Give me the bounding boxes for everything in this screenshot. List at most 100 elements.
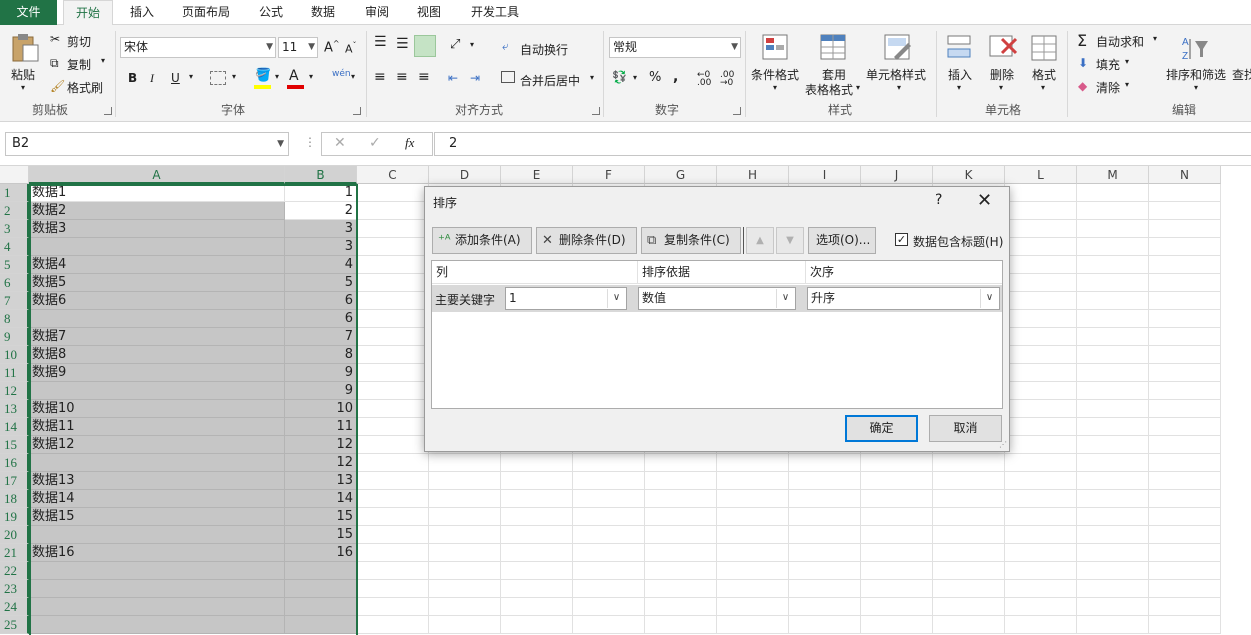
cell-b[interactable]: 5 xyxy=(285,274,357,292)
cell[interactable] xyxy=(573,598,645,616)
currency-dropdown-icon[interactable]: ▾ xyxy=(633,73,637,82)
clear-dropdown-icon[interactable]: ▾ xyxy=(1125,80,1129,89)
tab-page-layout[interactable]: 页面布局 xyxy=(172,0,240,25)
autosum-dropdown-icon[interactable]: ▾ xyxy=(1153,34,1157,43)
format-cells-button[interactable]: 格式 xyxy=(1032,66,1056,83)
cell[interactable] xyxy=(1149,508,1221,526)
cell-a[interactable]: 数据12 xyxy=(29,436,285,454)
cell-b[interactable]: 11 xyxy=(285,418,357,436)
cell[interactable] xyxy=(1005,292,1077,310)
cell[interactable] xyxy=(1005,382,1077,400)
cell[interactable] xyxy=(1005,346,1077,364)
cell[interactable] xyxy=(1077,328,1149,346)
cell-styles-dropdown-icon[interactable]: ▾ xyxy=(897,83,901,92)
cell[interactable] xyxy=(1149,400,1221,418)
cell[interactable] xyxy=(645,490,717,508)
cell[interactable] xyxy=(1077,598,1149,616)
paste-icon[interactable] xyxy=(10,33,40,63)
cell-a[interactable]: 数据4 xyxy=(29,256,285,274)
cell[interactable] xyxy=(1077,490,1149,508)
cell[interactable] xyxy=(357,184,429,202)
cell[interactable] xyxy=(1149,274,1221,292)
column-header-j[interactable]: J xyxy=(861,166,933,184)
cell[interactable] xyxy=(357,616,429,634)
row-header[interactable]: 1 xyxy=(0,184,29,202)
row-header[interactable]: 5 xyxy=(0,256,29,274)
cell[interactable] xyxy=(429,544,501,562)
font-size-select[interactable]: 11 ▼ xyxy=(278,37,318,58)
tab-review[interactable]: 审阅 xyxy=(356,0,398,25)
cell[interactable] xyxy=(1077,418,1149,436)
cell[interactable] xyxy=(357,256,429,274)
font-color-icon[interactable]: A xyxy=(289,68,299,84)
align-right-icon[interactable]: ≡ xyxy=(418,70,430,84)
cell[interactable] xyxy=(933,580,1005,598)
cell-a[interactable] xyxy=(29,238,285,256)
cell[interactable] xyxy=(1077,256,1149,274)
cell[interactable] xyxy=(1149,580,1221,598)
cell-a[interactable] xyxy=(29,310,285,328)
cancel-button[interactable]: 取消 xyxy=(929,415,1002,442)
cell[interactable] xyxy=(933,526,1005,544)
font-launcher-icon[interactable] xyxy=(353,107,361,115)
cell[interactable] xyxy=(861,490,933,508)
cell[interactable] xyxy=(357,292,429,310)
delete-cells-button[interactable]: 删除 xyxy=(990,66,1014,83)
cell[interactable] xyxy=(357,562,429,580)
column-header-h[interactable]: H xyxy=(717,166,789,184)
row-header[interactable]: 20 xyxy=(0,526,29,544)
format-painter-icon[interactable]: 🖌 xyxy=(50,79,65,93)
tab-developer[interactable]: 开发工具 xyxy=(462,0,528,25)
cell[interactable] xyxy=(357,544,429,562)
percent-button[interactable]: % xyxy=(649,70,661,85)
column-header-a[interactable]: A xyxy=(29,166,285,184)
cell[interactable] xyxy=(1005,418,1077,436)
cell[interactable] xyxy=(1077,184,1149,202)
fill-color-icon[interactable]: 🪣 xyxy=(255,68,271,83)
cut-icon[interactable]: ✂ xyxy=(50,32,60,46)
phonetic-icon[interactable]: wén xyxy=(332,69,351,79)
format-as-table-button[interactable]: 表格格式 xyxy=(805,81,853,98)
cell[interactable] xyxy=(1077,580,1149,598)
row-header[interactable]: 4 xyxy=(0,238,29,256)
cell[interactable] xyxy=(429,526,501,544)
cell-a[interactable] xyxy=(29,382,285,400)
increase-font-icon[interactable]: A^ xyxy=(324,39,340,55)
cell[interactable] xyxy=(717,562,789,580)
sort-on-select[interactable]: 数值 ∨ xyxy=(638,287,796,310)
cell[interactable] xyxy=(1005,526,1077,544)
comma-button[interactable]: , xyxy=(673,69,678,85)
cell[interactable] xyxy=(1005,310,1077,328)
cell[interactable] xyxy=(645,526,717,544)
cell-b[interactable] xyxy=(285,616,357,634)
cell[interactable] xyxy=(1149,310,1221,328)
cell[interactable] xyxy=(789,616,861,634)
column-header-b[interactable]: B xyxy=(285,166,357,184)
cell[interactable] xyxy=(1149,238,1221,256)
cell[interactable] xyxy=(1077,220,1149,238)
sort-filter-button[interactable]: 排序和筛选 xyxy=(1166,66,1226,83)
cell[interactable] xyxy=(429,454,501,472)
conditional-format-icon[interactable] xyxy=(762,33,790,63)
row-header[interactable]: 22 xyxy=(0,562,29,580)
cell[interactable] xyxy=(789,544,861,562)
cell-a[interactable]: 数据16 xyxy=(29,544,285,562)
cell[interactable] xyxy=(1149,454,1221,472)
select-all-corner[interactable] xyxy=(0,166,29,184)
cell[interactable] xyxy=(1005,436,1077,454)
cell-b[interactable]: 10 xyxy=(285,400,357,418)
cell[interactable] xyxy=(933,544,1005,562)
delete-dropdown-icon[interactable]: ▾ xyxy=(999,83,1003,92)
cell[interactable] xyxy=(789,508,861,526)
currency-icon[interactable]: 💱 xyxy=(612,70,627,84)
copy-button[interactable]: 复制 xyxy=(67,56,91,73)
cell[interactable] xyxy=(1077,292,1149,310)
column-header-m[interactable]: M xyxy=(1077,166,1149,184)
cell[interactable] xyxy=(789,562,861,580)
bold-button[interactable]: B xyxy=(128,71,137,85)
eraser-icon[interactable]: ◆ xyxy=(1078,79,1087,93)
align-middle-icon[interactable]: ☰ xyxy=(396,37,409,51)
cell[interactable] xyxy=(501,472,573,490)
column-header-g[interactable]: G xyxy=(645,166,717,184)
row-header[interactable]: 6 xyxy=(0,274,29,292)
